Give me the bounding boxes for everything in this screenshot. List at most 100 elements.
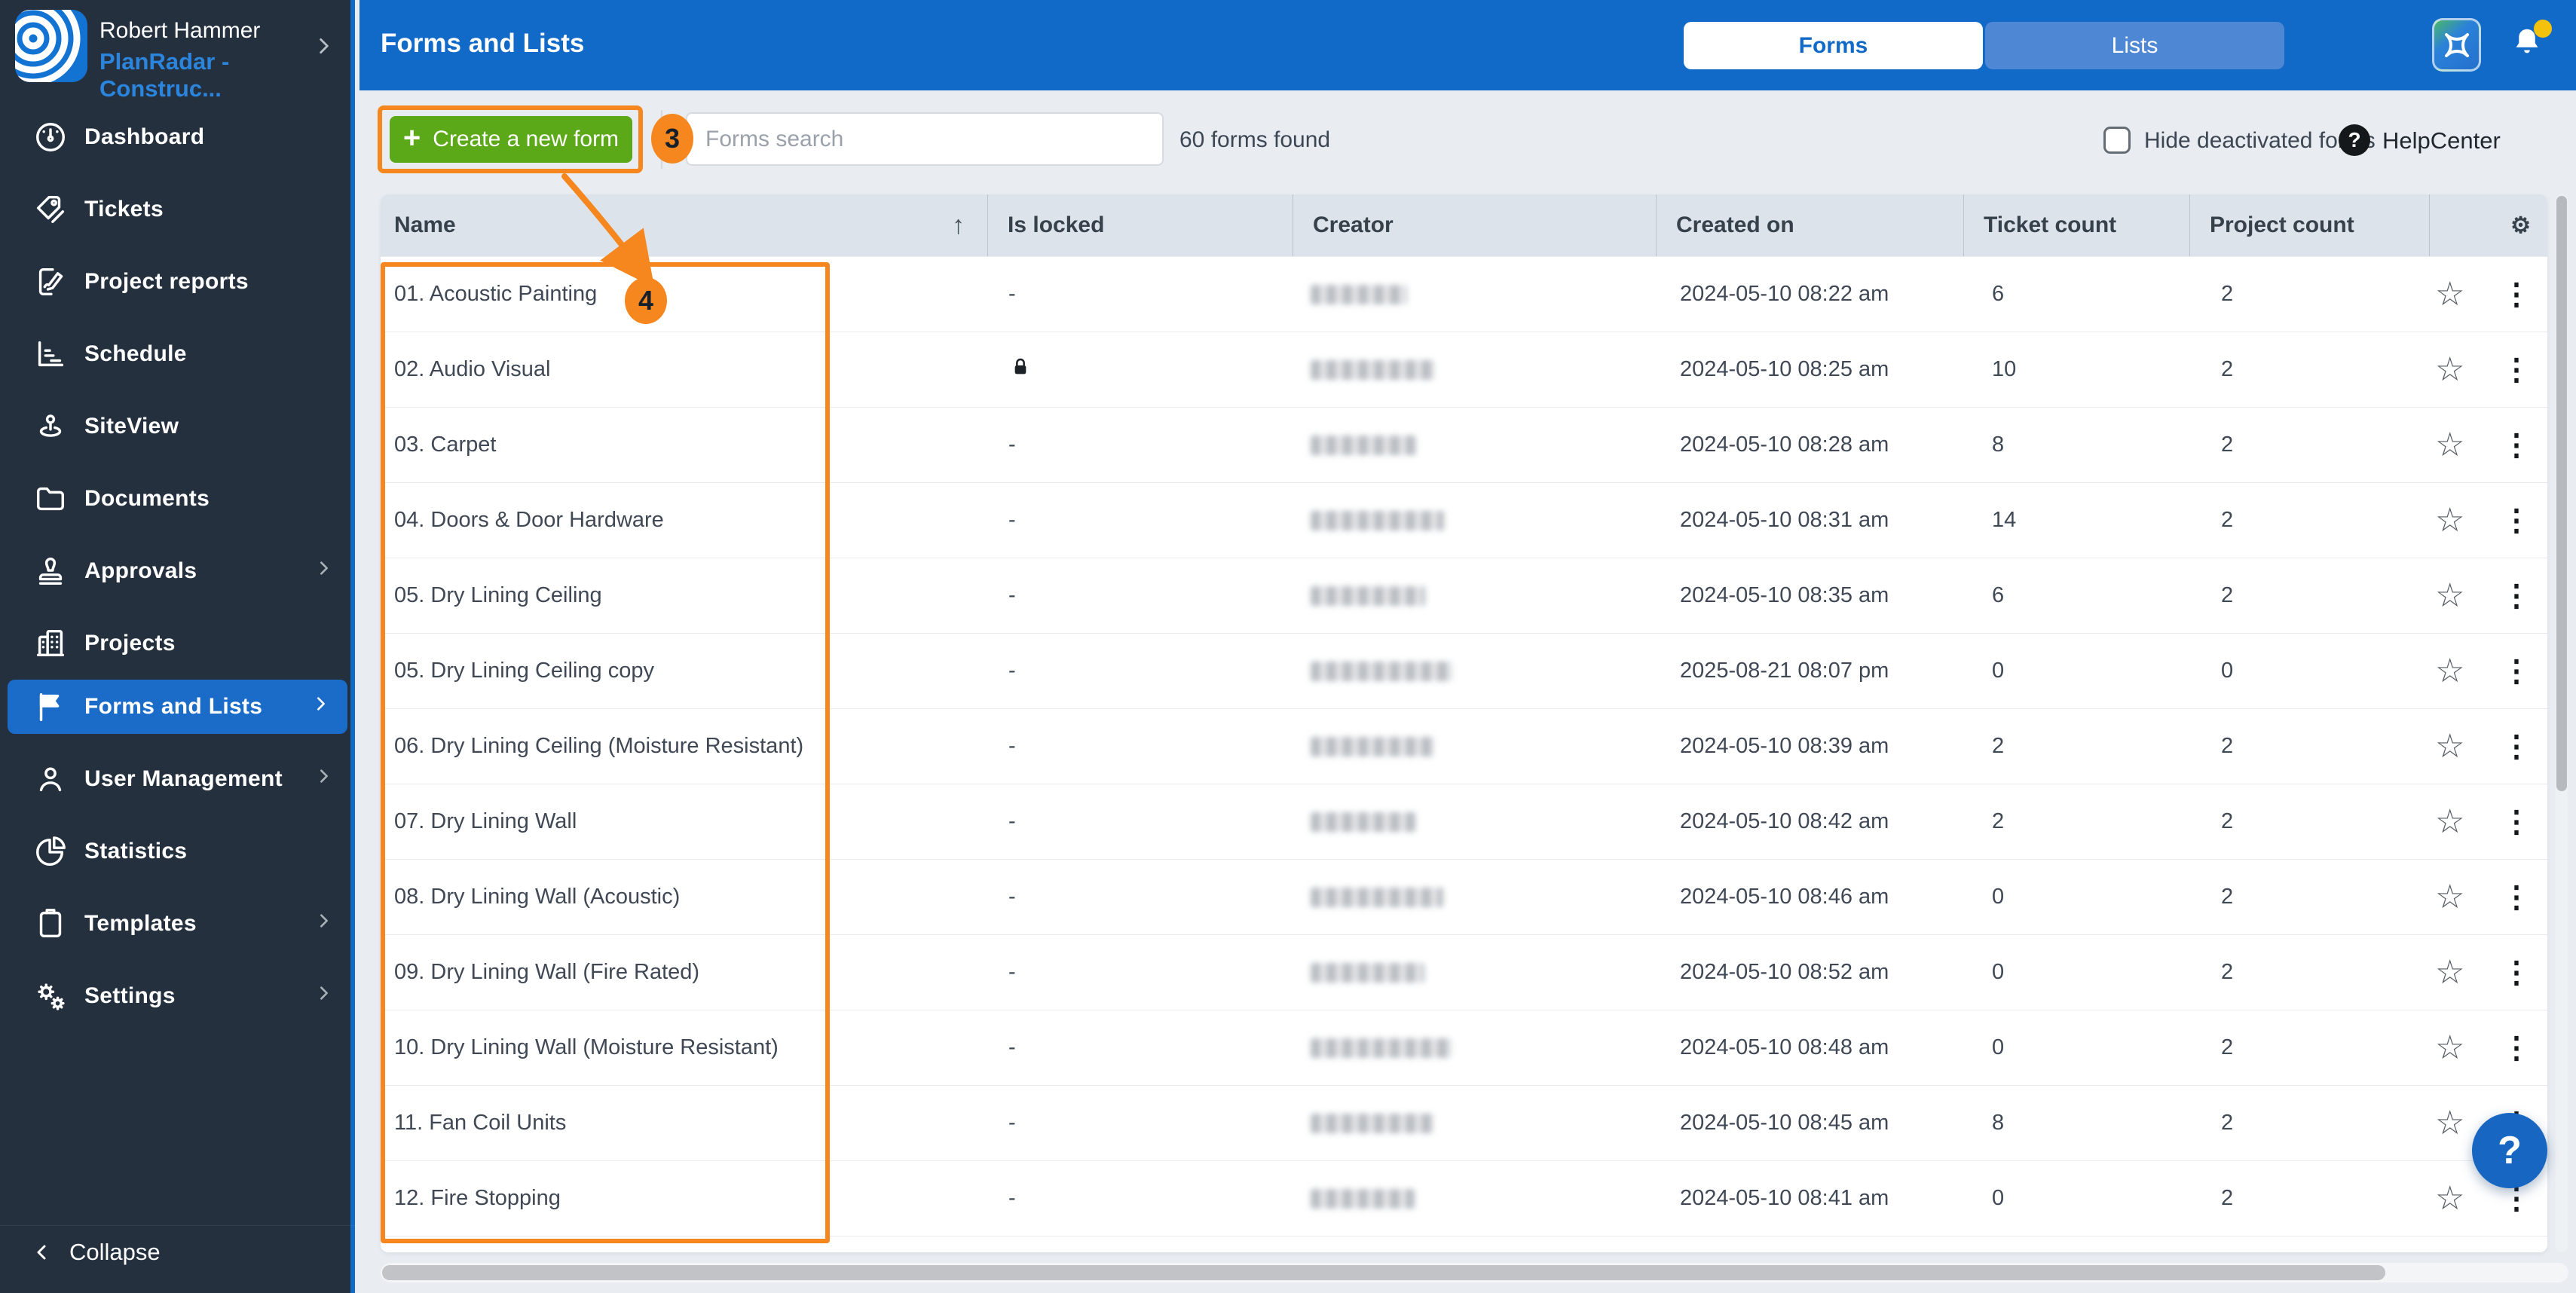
sidebar-collapse-button[interactable]: Collapse	[0, 1225, 355, 1278]
sidebar-item-projects[interactable]: Projects	[0, 607, 355, 680]
table-row[interactable]: 07. Dry Lining Wall-2024-05-10 08:42 am2…	[381, 784, 2547, 859]
kebab-menu-icon[interactable]: ⋮	[2501, 509, 2532, 533]
favorite-star-icon[interactable]: ☆	[2435, 278, 2464, 311]
user-icon	[33, 762, 68, 796]
sidebar-item-templates[interactable]: Templates	[0, 888, 355, 960]
column-header-project-count[interactable]: Project count	[2189, 194, 2429, 256]
forms-search-input[interactable]	[686, 112, 1164, 166]
cell-is-locked: -	[987, 634, 1293, 708]
sidebar-item-user-management[interactable]: User Management	[0, 743, 355, 815]
sidebar-item-label: Dashboard	[84, 124, 204, 150]
column-header-is-locked[interactable]: Is locked	[987, 194, 1293, 256]
table-row[interactable]: 08. Dry Lining Wall (Acoustic)-2024-05-1…	[381, 859, 2547, 934]
kebab-menu-icon[interactable]: ⋮	[2501, 584, 2532, 608]
kebab-menu-icon[interactable]: ⋮	[2501, 885, 2532, 909]
hide-deactivated-checkbox[interactable]	[2103, 127, 2131, 154]
redacted-creator-name	[1311, 1189, 1415, 1209]
kebab-menu-icon[interactable]: ⋮	[2501, 810, 2532, 834]
tab-forms[interactable]: Forms	[1684, 22, 1983, 69]
kebab-menu-icon[interactable]: ⋮	[2501, 358, 2532, 382]
cell-ticket-count: 2	[1963, 709, 2189, 784]
sidebar-item-tickets[interactable]: Tickets	[0, 173, 355, 246]
favorite-star-icon[interactable]: ☆	[2435, 353, 2464, 387]
table-row[interactable]: 06. Dry Lining Ceiling (Moisture Resista…	[381, 708, 2547, 784]
cell-ticket-count: 8	[1963, 408, 2189, 482]
help-center-label[interactable]: HelpCenter	[2382, 127, 2501, 154]
annotation-step-4: 4	[625, 277, 667, 324]
table-row[interactable]: 05. Dry Lining Ceiling-2024-05-10 08:35 …	[381, 558, 2547, 633]
redacted-creator-name	[1311, 963, 1424, 983]
sidebar-item-documents[interactable]: Documents	[0, 463, 355, 535]
cell-created-on: 2024-05-10 08:31 am	[1656, 483, 1963, 558]
favorite-star-icon[interactable]: ☆	[2435, 579, 2464, 613]
sidebar-item-label: Settings	[84, 983, 176, 1009]
sidebar-item-schedule[interactable]: Schedule	[0, 318, 355, 390]
table-row[interactable]: 11. Fan Coil Units-2024-05-10 08:45 am82…	[381, 1085, 2547, 1160]
cell-form-name: 02. Audio Visual	[381, 332, 987, 407]
sidebar-item-dashboard[interactable]: Dashboard	[0, 101, 355, 173]
kebab-menu-icon[interactable]: ⋮	[2501, 961, 2532, 985]
table-row[interactable]: 09. Dry Lining Wall (Fire Rated)-2024-05…	[381, 934, 2547, 1010]
favorite-star-icon[interactable]: ☆	[2435, 1182, 2464, 1215]
table-row[interactable]: 04. Doors & Door Hardware-2024-05-10 08:…	[381, 482, 2547, 558]
create-new-form-button[interactable]: + Create a new form	[390, 116, 632, 163]
sidebar-item-settings[interactable]: Settings	[0, 960, 355, 1032]
kebab-menu-icon[interactable]: ⋮	[2501, 433, 2532, 457]
collapse-label: Collapse	[69, 1239, 161, 1266]
sidebar-item-forms-and-lists[interactable]: Forms and Lists	[8, 680, 347, 734]
redacted-creator-name	[1311, 737, 1434, 757]
column-settings-gear-icon[interactable]: ⚙	[2429, 194, 2547, 256]
table-row[interactable]: 03. Carpet-2024-05-10 08:28 am82☆⋮	[381, 407, 2547, 482]
column-header-created-on[interactable]: Created on	[1656, 194, 1963, 256]
stamp-icon	[33, 554, 68, 588]
kebab-menu-icon[interactable]: ⋮	[2501, 1187, 2532, 1211]
cell-actions: ☆⋮	[2429, 860, 2547, 934]
table-row[interactable]: 10. Dry Lining Wall (Moisture Resistant)…	[381, 1010, 2547, 1085]
favorite-star-icon[interactable]: ☆	[2435, 429, 2464, 462]
table-row[interactable]: 05. Dry Lining Ceiling copy-2025-08-21 0…	[381, 633, 2547, 708]
cell-ticket-count: 0	[1963, 634, 2189, 708]
cell-is-locked: -	[987, 1086, 1293, 1160]
kebab-menu-icon[interactable]: ⋮	[2501, 1036, 2532, 1060]
notifications-button[interactable]	[2510, 21, 2552, 71]
sidebar-item-project-reports[interactable]: Project reports	[0, 246, 355, 318]
not-locked-dash: -	[1008, 282, 1016, 307]
redacted-creator-name	[1311, 888, 1443, 907]
table-row[interactable]: 01. Acoustic Painting-2024-05-10 08:22 a…	[381, 256, 2547, 332]
table-row[interactable]: 02. Audio Visual2024-05-10 08:25 am102☆⋮	[381, 332, 2547, 407]
favorite-star-icon[interactable]: ☆	[2435, 1107, 2464, 1140]
table-row[interactable]: 12. Fire Stopping-2024-05-10 08:41 am02☆…	[381, 1160, 2547, 1236]
horizontal-scrollbar-thumb[interactable]	[382, 1265, 2385, 1280]
favorite-star-icon[interactable]: ☆	[2435, 805, 2464, 839]
cell-creator	[1293, 709, 1656, 784]
vertical-scrollbar-thumb[interactable]	[2556, 196, 2567, 791]
ai-assistant-icon	[2440, 29, 2474, 62]
tab-lists[interactable]: Lists	[1985, 22, 2284, 69]
planradar-logo-icon	[15, 10, 87, 82]
column-header-name[interactable]: Name ↑	[381, 194, 987, 256]
sidebar: Robert Hammer PlanRadar - Construc... Da…	[0, 0, 355, 1293]
favorite-star-icon[interactable]: ☆	[2435, 1032, 2464, 1065]
help-center-icon[interactable]: ?	[2339, 124, 2370, 156]
column-header-ticket-count[interactable]: Ticket count	[1963, 194, 2189, 256]
column-header-creator[interactable]: Creator	[1293, 194, 1656, 256]
top-bar: Forms and Lists Forms Lists	[359, 0, 2576, 90]
sidebar-item-label: Statistics	[84, 839, 187, 864]
favorite-star-icon[interactable]: ☆	[2435, 956, 2464, 989]
account-switcher[interactable]: Robert Hammer PlanRadar - Construc...	[0, 0, 355, 92]
kebab-menu-icon[interactable]: ⋮	[2501, 283, 2532, 307]
favorite-star-icon[interactable]: ☆	[2435, 881, 2464, 914]
ai-assistant-button[interactable]	[2432, 18, 2481, 72]
cell-form-name: 07. Dry Lining Wall	[381, 784, 987, 859]
sidebar-item-siteview[interactable]: SiteView	[0, 390, 355, 463]
favorite-star-icon[interactable]: ☆	[2435, 730, 2464, 763]
kebab-menu-icon[interactable]: ⋮	[2501, 659, 2532, 683]
kebab-menu-icon[interactable]: ⋮	[2501, 735, 2532, 759]
cell-actions: ☆⋮	[2429, 784, 2547, 859]
favorite-star-icon[interactable]: ☆	[2435, 655, 2464, 688]
help-fab-button[interactable]: ?	[2472, 1113, 2547, 1188]
not-locked-dash: -	[1008, 1111, 1016, 1136]
sidebar-item-statistics[interactable]: Statistics	[0, 815, 355, 888]
favorite-star-icon[interactable]: ☆	[2435, 504, 2464, 537]
sidebar-item-approvals[interactable]: Approvals	[0, 535, 355, 607]
